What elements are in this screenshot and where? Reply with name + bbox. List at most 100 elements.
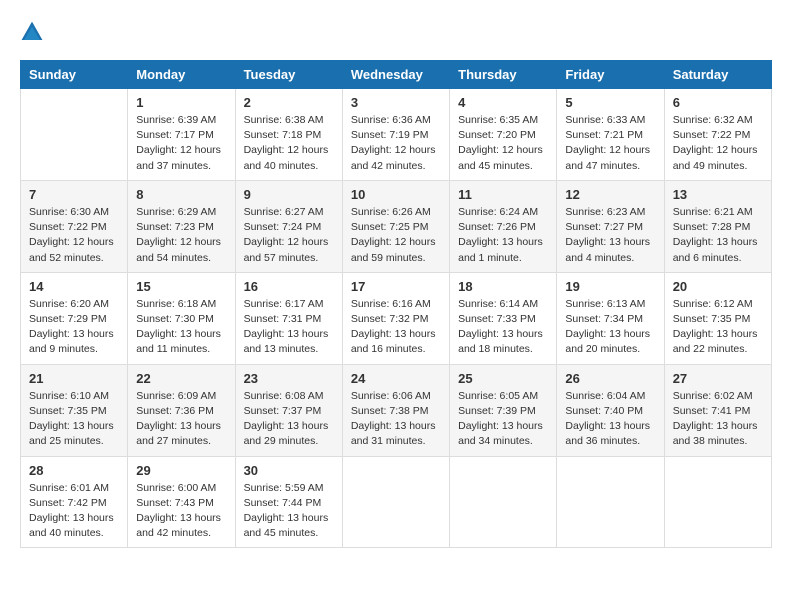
weekday-header-row: SundayMondayTuesdayWednesdayThursdayFrid…: [21, 61, 772, 89]
calendar-cell: 11 Sunrise: 6:24 AMSunset: 7:26 PMDayligh…: [450, 180, 557, 272]
week-row-3: 14 Sunrise: 6:20 AMSunset: 7:29 PMDayligh…: [21, 272, 772, 364]
day-number: 25: [458, 371, 548, 386]
day-number: 22: [136, 371, 226, 386]
calendar-cell: 2 Sunrise: 6:38 AMSunset: 7:18 PMDaylight…: [235, 89, 342, 181]
day-number: 21: [29, 371, 119, 386]
day-number: 18: [458, 279, 548, 294]
day-number: 23: [244, 371, 334, 386]
day-info: Sunrise: 6:09 AMSunset: 7:36 PMDaylight:…: [136, 389, 226, 450]
weekday-header-friday: Friday: [557, 61, 664, 89]
day-info: Sunrise: 5:59 AMSunset: 7:44 PMDaylight:…: [244, 481, 334, 542]
day-number: 20: [673, 279, 763, 294]
calendar-cell: 18 Sunrise: 6:14 AMSunset: 7:33 PMDayligh…: [450, 272, 557, 364]
calendar-cell: 19 Sunrise: 6:13 AMSunset: 7:34 PMDayligh…: [557, 272, 664, 364]
day-info: Sunrise: 6:01 AMSunset: 7:42 PMDaylight:…: [29, 481, 119, 542]
day-number: 12: [565, 187, 655, 202]
calendar-cell: 14 Sunrise: 6:20 AMSunset: 7:29 PMDayligh…: [21, 272, 128, 364]
header: [20, 20, 772, 44]
day-number: 2: [244, 95, 334, 110]
day-number: 29: [136, 463, 226, 478]
day-info: Sunrise: 6:04 AMSunset: 7:40 PMDaylight:…: [565, 389, 655, 450]
day-info: Sunrise: 6:13 AMSunset: 7:34 PMDaylight:…: [565, 297, 655, 358]
day-info: Sunrise: 6:16 AMSunset: 7:32 PMDaylight:…: [351, 297, 441, 358]
week-row-5: 28 Sunrise: 6:01 AMSunset: 7:42 PMDayligh…: [21, 456, 772, 548]
day-info: Sunrise: 6:14 AMSunset: 7:33 PMDaylight:…: [458, 297, 548, 358]
day-number: 14: [29, 279, 119, 294]
day-info: Sunrise: 6:32 AMSunset: 7:22 PMDaylight:…: [673, 113, 763, 174]
calendar-cell: 28 Sunrise: 6:01 AMSunset: 7:42 PMDayligh…: [21, 456, 128, 548]
calendar-cell: 7 Sunrise: 6:30 AMSunset: 7:22 PMDaylight…: [21, 180, 128, 272]
week-row-1: 1 Sunrise: 6:39 AMSunset: 7:17 PMDaylight…: [21, 89, 772, 181]
calendar-cell: [342, 456, 449, 548]
day-number: 10: [351, 187, 441, 202]
day-info: Sunrise: 6:24 AMSunset: 7:26 PMDaylight:…: [458, 205, 548, 266]
weekday-header-saturday: Saturday: [664, 61, 771, 89]
weekday-header-tuesday: Tuesday: [235, 61, 342, 89]
day-info: Sunrise: 6:26 AMSunset: 7:25 PMDaylight:…: [351, 205, 441, 266]
day-number: 11: [458, 187, 548, 202]
calendar-cell: [21, 89, 128, 181]
day-info: Sunrise: 6:20 AMSunset: 7:29 PMDaylight:…: [29, 297, 119, 358]
calendar-cell: [450, 456, 557, 548]
day-info: Sunrise: 6:00 AMSunset: 7:43 PMDaylight:…: [136, 481, 226, 542]
day-number: 8: [136, 187, 226, 202]
day-number: 19: [565, 279, 655, 294]
calendar-cell: 4 Sunrise: 6:35 AMSunset: 7:20 PMDaylight…: [450, 89, 557, 181]
day-number: 9: [244, 187, 334, 202]
day-info: Sunrise: 6:39 AMSunset: 7:17 PMDaylight:…: [136, 113, 226, 174]
day-number: 6: [673, 95, 763, 110]
calendar-cell: 26 Sunrise: 6:04 AMSunset: 7:40 PMDayligh…: [557, 364, 664, 456]
calendar-cell: 15Sunrise: 6:18 AMSunset: 7:30 PMDayligh…: [128, 272, 235, 364]
calendar-cell: 17Sunrise: 6:16 AMSunset: 7:32 PMDayligh…: [342, 272, 449, 364]
day-info: Sunrise: 6:35 AMSunset: 7:20 PMDaylight:…: [458, 113, 548, 174]
day-number: 5: [565, 95, 655, 110]
day-info: Sunrise: 6:17 AMSunset: 7:31 PMDaylight:…: [244, 297, 334, 358]
calendar-cell: 12 Sunrise: 6:23 AMSunset: 7:27 PMDayligh…: [557, 180, 664, 272]
weekday-header-sunday: Sunday: [21, 61, 128, 89]
day-number: 27: [673, 371, 763, 386]
logo-icon: [20, 20, 44, 44]
day-number: 13: [673, 187, 763, 202]
day-info: Sunrise: 6:30 AMSunset: 7:22 PMDaylight:…: [29, 205, 119, 266]
calendar-cell: 22 Sunrise: 6:09 AMSunset: 7:36 PMDayligh…: [128, 364, 235, 456]
day-number: 16: [244, 279, 334, 294]
weekday-header-wednesday: Wednesday: [342, 61, 449, 89]
calendar-cell: 30 Sunrise: 5:59 AMSunset: 7:44 PMDayligh…: [235, 456, 342, 548]
day-number: 28: [29, 463, 119, 478]
day-number: 4: [458, 95, 548, 110]
calendar-cell: 27 Sunrise: 6:02 AMSunset: 7:41 PMDayligh…: [664, 364, 771, 456]
calendar-cell: 21 Sunrise: 6:10 AMSunset: 7:35 PMDayligh…: [21, 364, 128, 456]
day-number: 30: [244, 463, 334, 478]
calendar-cell: [557, 456, 664, 548]
calendar: SundayMondayTuesdayWednesdayThursdayFrid…: [20, 60, 772, 548]
calendar-cell: 6 Sunrise: 6:32 AMSunset: 7:22 PMDaylight…: [664, 89, 771, 181]
calendar-cell: 3 Sunrise: 6:36 AMSunset: 7:19 PMDaylight…: [342, 89, 449, 181]
day-info: Sunrise: 6:29 AMSunset: 7:23 PMDaylight:…: [136, 205, 226, 266]
day-number: 3: [351, 95, 441, 110]
day-info: Sunrise: 6:27 AMSunset: 7:24 PMDaylight:…: [244, 205, 334, 266]
day-number: 7: [29, 187, 119, 202]
day-info: Sunrise: 6:02 AMSunset: 7:41 PMDaylight:…: [673, 389, 763, 450]
day-info: Sunrise: 6:23 AMSunset: 7:27 PMDaylight:…: [565, 205, 655, 266]
calendar-cell: 1 Sunrise: 6:39 AMSunset: 7:17 PMDaylight…: [128, 89, 235, 181]
calendar-cell: 20 Sunrise: 6:12 AMSunset: 7:35 PMDayligh…: [664, 272, 771, 364]
day-info: Sunrise: 6:38 AMSunset: 7:18 PMDaylight:…: [244, 113, 334, 174]
logo: [20, 20, 48, 44]
weekday-header-monday: Monday: [128, 61, 235, 89]
day-number: 1: [136, 95, 226, 110]
day-info: Sunrise: 6:36 AMSunset: 7:19 PMDaylight:…: [351, 113, 441, 174]
day-number: 26: [565, 371, 655, 386]
calendar-cell: 10 Sunrise: 6:26 AMSunset: 7:25 PMDayligh…: [342, 180, 449, 272]
calendar-cell: 9 Sunrise: 6:27 AMSunset: 7:24 PMDaylight…: [235, 180, 342, 272]
calendar-cell: 23 Sunrise: 6:08 AMSunset: 7:37 PMDayligh…: [235, 364, 342, 456]
calendar-cell: 13Sunrise: 6:21 AMSunset: 7:28 PMDayligh…: [664, 180, 771, 272]
day-info: Sunrise: 6:05 AMSunset: 7:39 PMDaylight:…: [458, 389, 548, 450]
day-info: Sunrise: 6:12 AMSunset: 7:35 PMDaylight:…: [673, 297, 763, 358]
calendar-cell: 25 Sunrise: 6:05 AMSunset: 7:39 PMDayligh…: [450, 364, 557, 456]
day-info: Sunrise: 6:10 AMSunset: 7:35 PMDaylight:…: [29, 389, 119, 450]
week-row-4: 21 Sunrise: 6:10 AMSunset: 7:35 PMDayligh…: [21, 364, 772, 456]
day-info: Sunrise: 6:33 AMSunset: 7:21 PMDaylight:…: [565, 113, 655, 174]
calendar-cell: 24Sunrise: 6:06 AMSunset: 7:38 PMDayligh…: [342, 364, 449, 456]
calendar-cell: 8 Sunrise: 6:29 AMSunset: 7:23 PMDaylight…: [128, 180, 235, 272]
day-info: Sunrise: 6:08 AMSunset: 7:37 PMDaylight:…: [244, 389, 334, 450]
